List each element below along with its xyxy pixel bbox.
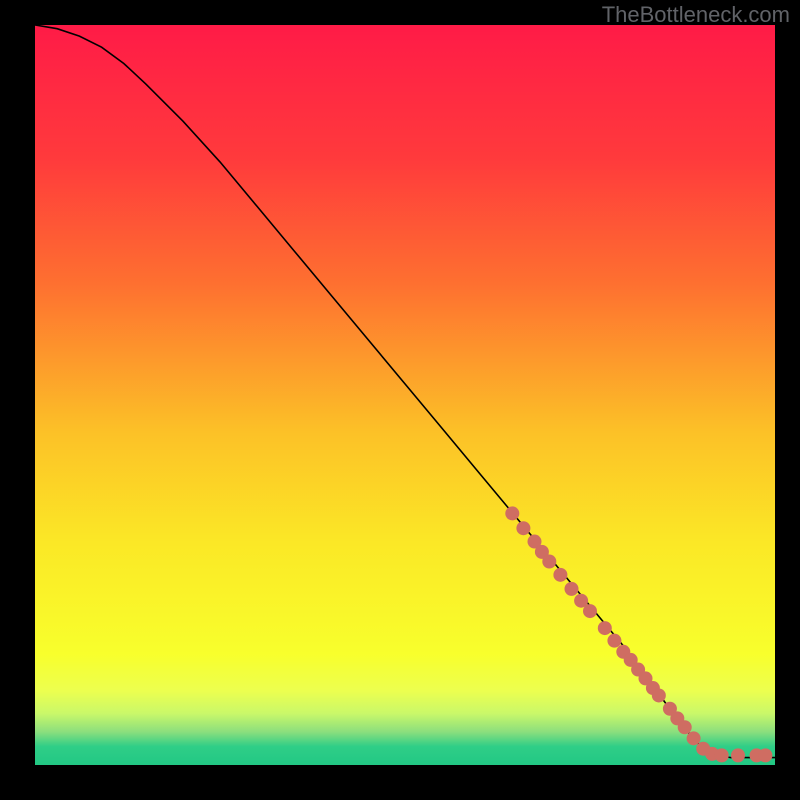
data-point (687, 731, 701, 745)
data-point (542, 555, 556, 569)
data-point (553, 568, 567, 582)
data-point (678, 720, 692, 734)
data-point (565, 582, 579, 596)
data-point (652, 688, 666, 702)
data-point (715, 748, 729, 762)
data-point (598, 621, 612, 635)
data-point (505, 506, 519, 520)
data-point (516, 521, 530, 535)
data-point (583, 604, 597, 618)
data-point (758, 748, 772, 762)
data-point (731, 748, 745, 762)
chart-svg (35, 25, 775, 765)
gradient-background (35, 25, 775, 765)
plot-area (35, 25, 775, 765)
chart-container: TheBottleneck.com (0, 0, 800, 800)
data-point (607, 634, 621, 648)
watermark-text: TheBottleneck.com (602, 2, 790, 28)
